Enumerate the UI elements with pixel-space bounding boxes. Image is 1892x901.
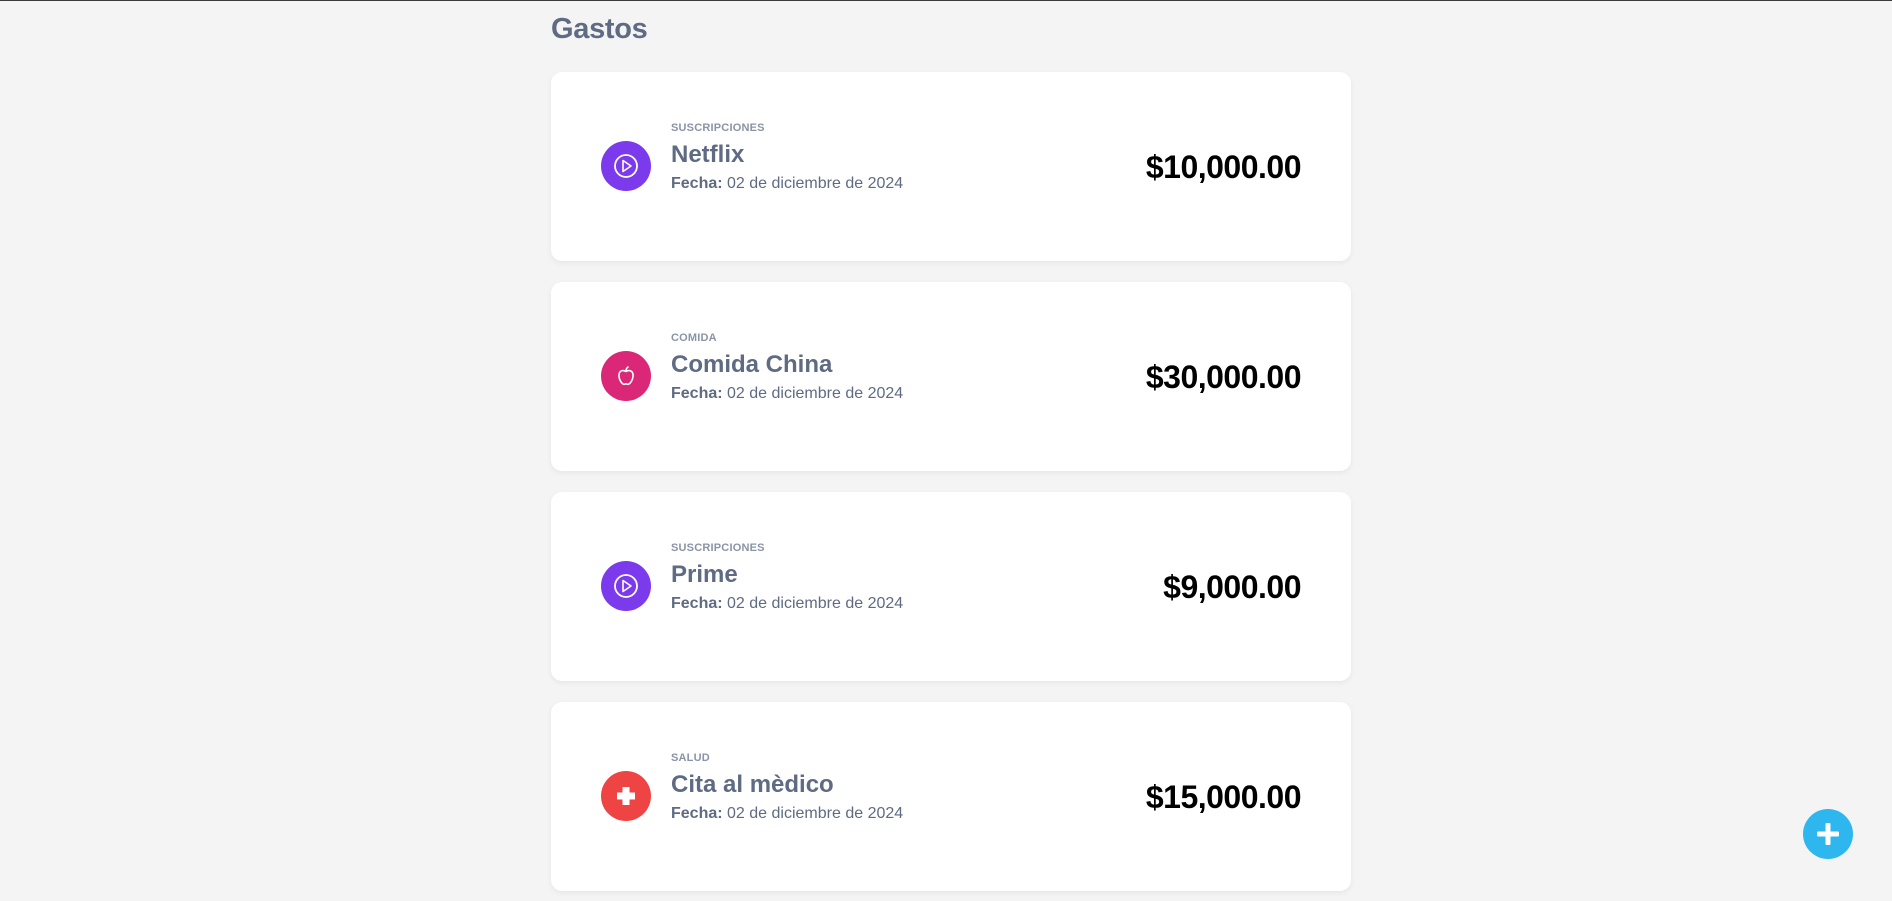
expenses-container: Gastos SUSCRIPCIONES Netflix Fecha: 02 d… [551,0,1351,891]
expense-date: Fecha: 02 de diciembre de 2024 [671,174,903,194]
expense-card-prime[interactable]: SUSCRIPCIONES Prime Fecha: 02 de diciemb… [551,492,1351,681]
expense-card-netflix[interactable]: SUSCRIPCIONES Netflix Fecha: 02 de dicie… [551,72,1351,261]
date-label: Fecha: [671,175,723,192]
expense-info: COMIDA Comida China Fecha: 02 de diciemb… [671,330,903,404]
apple-icon [618,366,634,386]
expense-name: Netflix [671,141,745,168]
expense-card-comida-china[interactable]: COMIDA Comida China Fecha: 02 de diciemb… [551,282,1351,471]
expense-category: SALUD [671,752,710,764]
category-icon-badge [601,141,651,191]
expense-amount: $10,000.00 [1145,149,1302,185]
expense-name: Comida China [671,351,833,378]
expense-category: COMIDA [671,332,717,344]
expense-category: SUSCRIPCIONES [671,542,765,554]
expense-info: SALUD Cita al mèdico Fecha: 02 de diciem… [671,750,903,824]
expense-date: Fecha: 02 de diciembre de 2024 [671,384,903,404]
date-label: Fecha: [671,385,723,402]
play-circle-icon [614,154,638,178]
expense-name: Cita al mèdico [671,771,834,798]
expense-date: Fecha: 02 de diciembre de 2024 [671,804,903,824]
expense-date: Fecha: 02 de diciembre de 2024 [671,594,903,614]
date-label: Fecha: [671,805,723,822]
add-expense-button[interactable] [1803,809,1853,859]
medical-cross-icon [617,787,635,805]
date-value: 02 de diciembre de 2024 [727,175,904,192]
expense-amount: $9,000.00 [1163,569,1301,605]
expense-amount: $30,000.00 [1145,359,1302,395]
expense-info: SUSCRIPCIONES Prime Fecha: 02 de diciemb… [671,540,903,614]
expense-info: SUSCRIPCIONES Netflix Fecha: 02 de dicie… [671,120,903,194]
category-icon-badge [601,561,651,611]
category-icon-badge [601,771,651,821]
date-value: 02 de diciembre de 2024 [727,805,904,822]
expense-list: SUSCRIPCIONES Netflix Fecha: 02 de dicie… [551,72,1351,891]
date-value: 02 de diciembre de 2024 [727,385,904,402]
play-circle-icon [614,574,638,598]
date-value: 02 de diciembre de 2024 [727,595,904,612]
page-title: Gastos [551,13,648,45]
date-label: Fecha: [671,595,723,612]
expense-category: SUSCRIPCIONES [671,122,765,134]
category-icon-badge [601,351,651,401]
expense-card-cita-medico[interactable]: SALUD Cita al mèdico Fecha: 02 de diciem… [551,702,1351,891]
plus-icon [1817,823,1839,845]
expense-amount: $15,000.00 [1145,779,1302,815]
expense-name: Prime [671,561,738,588]
